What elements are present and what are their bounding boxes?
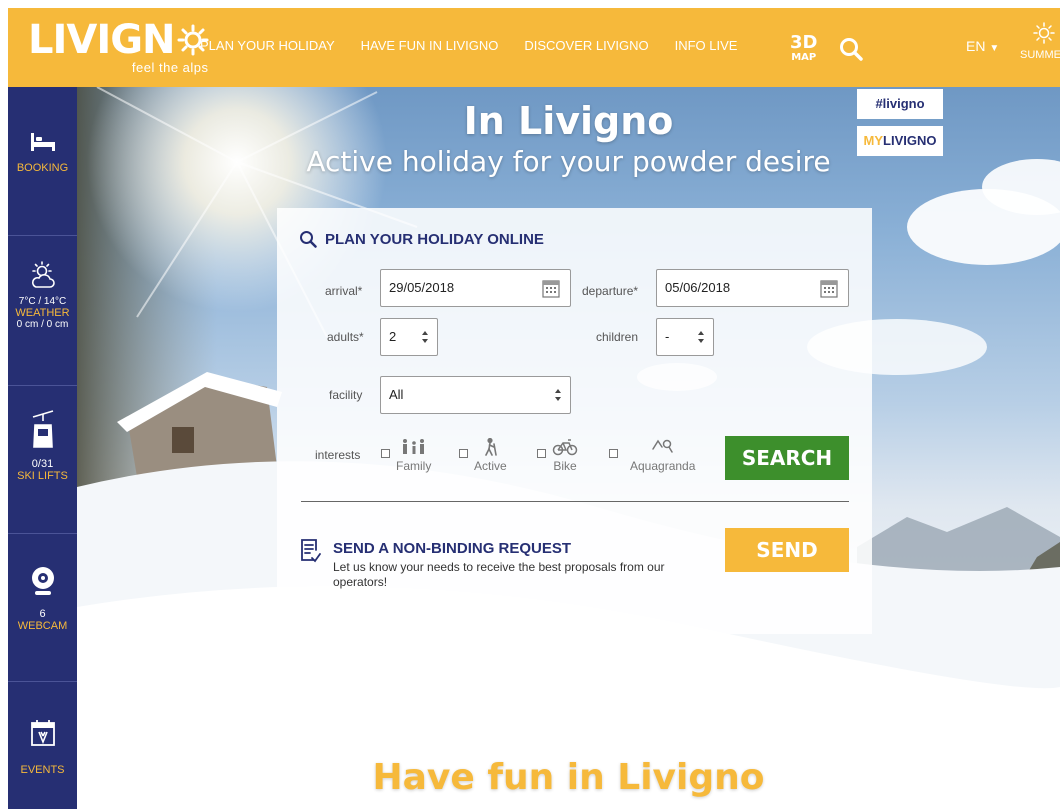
plan-holiday-panel: PLAN YOUR HOLIDAY ONLINE arrival* 29/05/… (277, 208, 872, 634)
map3d-bottom: MAP (791, 52, 817, 63)
arrival-label: arrival* (325, 284, 363, 298)
weather-label: WEATHER (15, 307, 70, 319)
form-divider (301, 501, 849, 502)
family-checkbox[interactable] (381, 449, 390, 458)
departure-value: 05/06/2018 (665, 280, 731, 295)
weather-temp: 7°C / 14°C (18, 296, 67, 307)
sidebar-item-booking[interactable]: BOOKING (8, 131, 77, 174)
search-button[interactable]: SEARCH (725, 436, 849, 480)
sun-icon (1033, 22, 1055, 44)
select-arrows-icon (555, 389, 561, 401)
departure-date-input[interactable]: 05/06/2018 (656, 269, 849, 307)
departure-label: departure* (582, 284, 639, 298)
aquagranda-icon (651, 439, 673, 453)
calendar-icon (30, 720, 55, 746)
active-checkbox[interactable] (459, 449, 468, 458)
active-label: Active (474, 459, 507, 473)
mylivigno-button[interactable]: MYLIVIGNO (857, 126, 943, 156)
main-nav: PLAN YOUR HOLIDAY HAVE FUN IN LIVIGNO DI… (200, 38, 737, 53)
adults-value: 2 (389, 329, 397, 344)
language-label: EN (966, 38, 986, 54)
mylivigno-prefix: MY (863, 133, 884, 148)
send-button[interactable]: SEND (725, 528, 849, 572)
cable-car-icon (32, 410, 53, 448)
family-label: Family (396, 459, 432, 473)
booking-label: BOOKING (16, 162, 69, 174)
panel-title: PLAN YOUR HOLIDAY ONLINE (299, 230, 544, 248)
panel-title-text: PLAN YOUR HOLIDAY ONLINE (325, 230, 544, 248)
webcam-icon (31, 567, 54, 595)
nav-plan-your-holiday[interactable]: PLAN YOUR HOLIDAY (200, 38, 335, 53)
top-bar: LIVIGN feel the alps PLAN YOUR HOLIDAY H… (8, 8, 1060, 87)
sidebar: BOOKING 7°C / 14°C WEATHER 0 cm / 0 cm 0… (8, 87, 77, 809)
chevron-down-icon: ▼ (989, 43, 1000, 54)
season-toggle[interactable]: SUMMER (1020, 22, 1060, 61)
bed-icon (30, 133, 55, 151)
sidebar-item-webcam[interactable]: 6 WEBCAM (8, 565, 77, 632)
sidebar-divider (8, 385, 77, 386)
bicycle-icon (552, 439, 578, 456)
nav-discover[interactable]: DISCOVER LIVIGNO (524, 38, 648, 53)
sidebar-item-events[interactable]: EVENTS (8, 719, 77, 776)
3d-map-button[interactable]: 3D MAP (790, 34, 817, 64)
children-value: - (665, 329, 670, 344)
interest-family[interactable]: Family (381, 438, 431, 473)
webcam-label: WEBCAM (17, 620, 68, 632)
events-label: EVENTS (20, 764, 65, 776)
aquagranda-checkbox[interactable] (609, 449, 618, 458)
bike-label: Bike (553, 459, 577, 473)
logo-text: LIVIGN (28, 17, 176, 63)
nav-have-fun[interactable]: HAVE FUN IN LIVIGNO (361, 38, 499, 53)
sidebar-divider (8, 235, 77, 236)
sidebar-item-weather[interactable]: 7°C / 14°C WEATHER 0 cm / 0 cm (8, 261, 77, 330)
calendar-icon[interactable] (542, 278, 560, 298)
arrival-date-input[interactable]: 29/05/2018 (380, 269, 571, 307)
request-title: SEND A NON-BINDING REQUEST (333, 540, 572, 557)
request-description: Let us know your needs to receive the be… (333, 560, 665, 589)
facility-label: facility (329, 388, 363, 402)
interest-aquagranda[interactable]: Aquagranda (609, 438, 695, 473)
calendar-icon[interactable] (820, 278, 838, 298)
arrival-value: 29/05/2018 (389, 280, 455, 295)
weather-icon (31, 261, 55, 288)
section-title-have-fun: Have fun in Livigno (372, 757, 765, 798)
document-check-icon (301, 539, 321, 563)
facility-select[interactable]: All (380, 376, 571, 414)
adults-select[interactable]: 2 (380, 318, 438, 356)
interest-active[interactable]: Active (459, 437, 507, 473)
webcam-count: 6 (39, 608, 46, 620)
children-label: children (596, 330, 639, 344)
season-label: SUMMER (1020, 49, 1060, 61)
ski-lifts-label: SKI LIFTS (17, 470, 68, 482)
map3d-top: 3D (790, 32, 818, 53)
mylivigno-suffix: LIVIGNO (883, 133, 937, 148)
hiker-icon (485, 437, 498, 456)
sidebar-divider (8, 533, 77, 534)
weather-snow: 0 cm / 0 cm (16, 319, 69, 330)
hashtag-livigno-button[interactable]: #livigno (857, 89, 943, 119)
adults-label: adults* (327, 330, 364, 344)
search-icon (300, 231, 317, 248)
language-selector[interactable]: EN ▼ (966, 38, 999, 54)
interests-label: interests (315, 448, 361, 462)
search-icon[interactable] (838, 36, 864, 62)
interest-bike[interactable]: Bike (537, 438, 578, 473)
aquagranda-label: Aquagranda (630, 459, 696, 473)
facility-value: All (389, 387, 404, 402)
nav-info-live[interactable]: INFO LIVE (675, 38, 738, 53)
family-icon (402, 439, 424, 454)
select-arrows-icon (422, 331, 428, 343)
sidebar-item-ski-lifts[interactable]: 0/31 SKI LIFTS (8, 409, 77, 482)
bike-checkbox[interactable] (537, 449, 546, 458)
livigno-logo[interactable]: LIVIGN feel the alps (28, 20, 209, 75)
ski-lifts-count: 0/31 (31, 458, 54, 470)
children-select[interactable]: - (656, 318, 714, 356)
sidebar-divider (8, 681, 77, 682)
select-arrows-icon (698, 331, 704, 343)
